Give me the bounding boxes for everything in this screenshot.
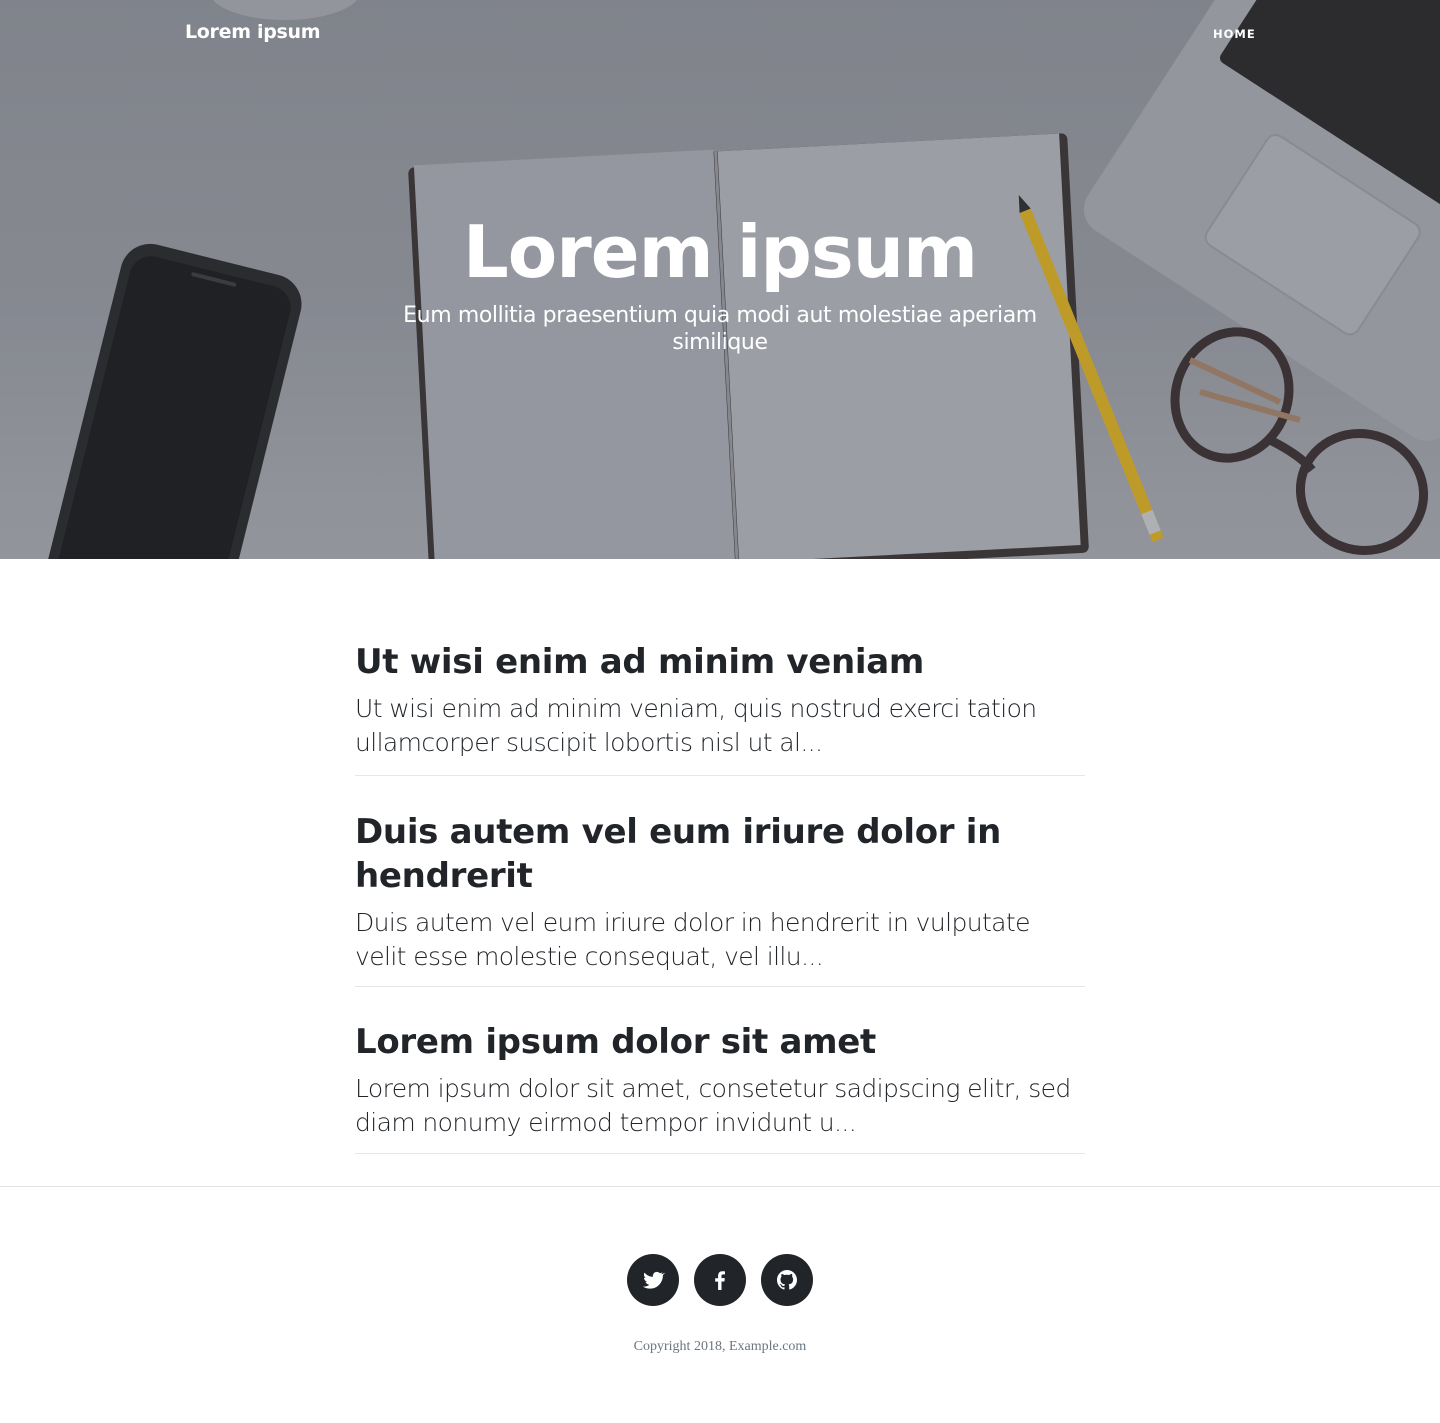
facebook-icon: [715, 1271, 725, 1290]
hero-subtitle: Eum mollitia praesentium quia modi aut m…: [403, 303, 1037, 355]
navbar-brand[interactable]: Lorem ipsum: [185, 21, 321, 43]
hero-title: Lorem ipsum: [462, 210, 978, 294]
copyright-text: Copyright 2018, Example.com: [633, 1339, 807, 1354]
hero-heading: Lorem ipsum Eum mollitia praesentium qui…: [0, 204, 1440, 356]
post-title[interactable]: Duis autem vel eum iriure dolor in hendr…: [355, 810, 1085, 898]
navbar: Lorem ipsum HOME: [0, 0, 1440, 68]
hero-header: Lorem ipsum HOME Lorem ipsum Eum molliti…: [0, 0, 1440, 559]
twitter-icon: [642, 1271, 665, 1289]
post-excerpt: Lorem ipsum dolor sit amet, consetetur s…: [355, 1074, 1071, 1137]
post-title[interactable]: Ut wisi enim ad minim veniam: [355, 640, 1085, 684]
post-preview[interactable]: Ut wisi enim ad minim veniam Ut wisi eni…: [355, 640, 1085, 776]
twitter-link[interactable]: [627, 1254, 679, 1306]
post-excerpt: Ut wisi enim ad minim veniam, quis nostr…: [355, 694, 1037, 757]
post-preview[interactable]: Duis autem vel eum iriure dolor in hendr…: [355, 776, 1085, 987]
facebook-link[interactable]: [694, 1254, 746, 1306]
post-excerpt: Duis autem vel eum iriure dolor in hendr…: [355, 908, 1030, 971]
footer-divider: [0, 1186, 1440, 1187]
nav-link-home[interactable]: HOME: [1213, 27, 1256, 41]
post-list: Ut wisi enim ad minim veniam Ut wisi eni…: [355, 640, 1085, 1154]
post-preview[interactable]: Lorem ipsum dolor sit amet Lorem ipsum d…: [355, 987, 1085, 1154]
social-links: [627, 1254, 813, 1306]
post-title[interactable]: Lorem ipsum dolor sit amet: [355, 1020, 1085, 1064]
github-link[interactable]: [761, 1254, 813, 1306]
github-icon: [777, 1270, 797, 1290]
